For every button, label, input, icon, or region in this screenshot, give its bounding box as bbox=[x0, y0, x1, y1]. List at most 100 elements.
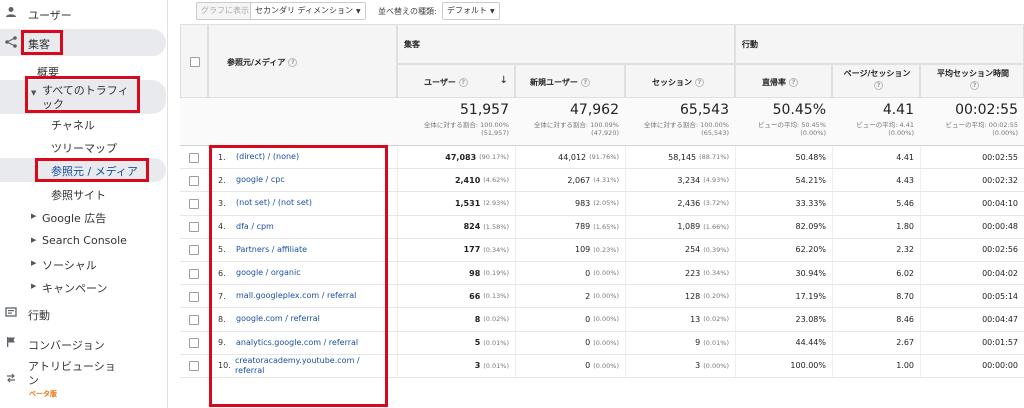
sidebar: ユーザー 集客 概要 ▼ すべてのトラフィック チャネル ツリーマップ 参照元 … bbox=[0, 0, 168, 408]
total-pages-per-session: 4.41 ビューの平均: 4.41 (0.00%) bbox=[832, 98, 920, 145]
column-header-avg-session-duration[interactable]: 平均セッション時間? bbox=[920, 64, 1024, 98]
metric-value: 23.08% bbox=[795, 314, 826, 324]
metric-percent: (2.05%) bbox=[593, 199, 619, 208]
metric-value: 00:04:10 bbox=[982, 198, 1018, 208]
row-checkbox[interactable] bbox=[189, 198, 199, 209]
help-icon: ? bbox=[789, 78, 798, 87]
metric-cell-duration: 00:04:47 bbox=[920, 308, 1024, 331]
report-table: 参照元/メディア? 集客 行動 ユーザー? ↓ 新規ユーザー? セッション? 直… bbox=[180, 24, 1024, 408]
totals-row: 51,957 全体に対する割合: 100.00% (51,957) 47,962… bbox=[180, 98, 1024, 146]
metric-percent: (0.01%) bbox=[483, 338, 509, 347]
metric-value: 00:02:55 bbox=[982, 152, 1018, 162]
plot-rows-button[interactable]: グラフに表示 bbox=[196, 2, 254, 20]
column-header-text: ページ/セッション bbox=[843, 69, 911, 78]
total-sub: (0.00%) bbox=[992, 129, 1018, 137]
sidebar-item-social[interactable]: ▶ ソーシャル bbox=[0, 255, 168, 272]
sort-type-label: 並べ替えの種類: bbox=[378, 7, 437, 16]
column-header-label: ユーザー? bbox=[424, 77, 468, 88]
metric-cell-duration: 00:02:32 bbox=[920, 169, 1024, 192]
sidebar-item-behavior[interactable]: 行動 bbox=[0, 304, 168, 322]
sidebar-item-channels[interactable]: チャネル bbox=[0, 115, 168, 132]
triangle-right-icon: ▶ bbox=[31, 259, 37, 267]
metric-cell-sessions: 254 (0.39%) bbox=[625, 238, 735, 261]
sidebar-item-google-ads[interactable]: ▶ Google 広告 bbox=[0, 208, 168, 225]
dimension-header[interactable]: 参照元/メディア? bbox=[208, 24, 397, 98]
metric-percent: (0.00%) bbox=[593, 338, 619, 347]
metric-value: 62.20% bbox=[795, 245, 826, 255]
sidebar-item-campaigns[interactable]: ▶ キャンペーン bbox=[0, 278, 168, 295]
row-checkbox[interactable] bbox=[189, 291, 199, 302]
column-header-label: ページ/セッション? bbox=[833, 68, 921, 92]
select-all-checkbox[interactable] bbox=[190, 57, 200, 67]
row-checkbox[interactable] bbox=[189, 245, 199, 256]
highlight-box bbox=[21, 30, 63, 55]
metric-value: 00:05:14 bbox=[982, 291, 1018, 301]
column-header-pages-per-session[interactable]: ページ/セッション? bbox=[832, 64, 920, 98]
triangle-right-icon: ▶ bbox=[31, 236, 37, 244]
metric-percent: (0.23%) bbox=[593, 245, 619, 254]
caret-down-icon: ▼ bbox=[355, 8, 361, 15]
sort-type-dropdown[interactable]: デフォルト ▼ bbox=[442, 2, 500, 20]
metric-value: 177 bbox=[463, 245, 481, 255]
row-checkbox[interactable] bbox=[189, 338, 199, 349]
group-header-label: 集客 bbox=[404, 40, 420, 49]
metric-value: 128 bbox=[684, 291, 701, 301]
metric-percent: (1.66%) bbox=[703, 222, 729, 231]
total-sub: (0.00%) bbox=[888, 129, 914, 137]
attribution-icon bbox=[4, 372, 18, 386]
column-header-text: 直帰率 bbox=[762, 78, 786, 87]
row-checkbox[interactable] bbox=[189, 152, 199, 163]
sidebar-item-attribution[interactable]: アトリビューション bbox=[0, 358, 168, 398]
row-checkbox[interactable] bbox=[189, 361, 199, 372]
metric-percent: (0.01%) bbox=[483, 361, 509, 370]
metric-cell-sessions: 58,145 (88.71%) bbox=[625, 146, 735, 169]
column-header-label: 新規ユーザー? bbox=[530, 77, 590, 88]
row-checkbox[interactable] bbox=[189, 314, 199, 325]
column-header-new-users[interactable]: 新規ユーザー? bbox=[515, 64, 625, 98]
metric-cell-new-users: 789 (1.65%) bbox=[515, 215, 625, 238]
metric-cell-pages: 6.02 bbox=[832, 262, 920, 285]
metric-value: 0 bbox=[585, 338, 591, 348]
metric-value: 00:00:48 bbox=[982, 222, 1018, 232]
group-header-behavior: 行動 bbox=[735, 24, 1024, 64]
row-checkbox[interactable] bbox=[189, 175, 199, 186]
metric-value: 44,012 bbox=[558, 152, 587, 162]
metric-cell-users: 47,083 (90.17%) bbox=[397, 146, 515, 169]
sidebar-item-treemaps[interactable]: ツリーマップ bbox=[0, 138, 168, 155]
sidebar-item-search-console[interactable]: ▶ Search Console bbox=[0, 232, 168, 248]
sidebar-item-users[interactable]: ユーザー bbox=[0, 4, 168, 22]
sidebar-item-referrals[interactable]: 参照サイト bbox=[0, 185, 168, 202]
row-checkbox[interactable] bbox=[189, 268, 199, 279]
total-users: 51,957 全体に対する割合: 100.00% (51,957) bbox=[397, 98, 515, 145]
total-sub: (51,957) bbox=[481, 129, 509, 137]
metric-cell-pages: 8.46 bbox=[832, 308, 920, 331]
metric-percent: (4.93%) bbox=[703, 176, 729, 185]
metric-percent: (0.01%) bbox=[703, 338, 729, 347]
metric-cell-duration: 00:04:10 bbox=[920, 192, 1024, 215]
metric-percent: (4.62%) bbox=[483, 176, 509, 185]
total-sub: (47,920) bbox=[591, 129, 619, 137]
metric-value: 00:04:02 bbox=[982, 268, 1018, 278]
metric-cell-sessions: 13 (0.02%) bbox=[625, 308, 735, 331]
secondary-dimension-dropdown[interactable]: セカンダリ ディメンション ▼ bbox=[250, 2, 366, 20]
metric-value: 6.02 bbox=[896, 268, 914, 278]
metric-value: 1.00 bbox=[896, 361, 914, 371]
sidebar-item-conversions[interactable]: コンバージョン bbox=[0, 334, 168, 352]
metric-cell-new-users: 0 (0.00%) bbox=[515, 308, 625, 331]
column-header-users[interactable]: ユーザー? ↓ bbox=[397, 64, 515, 98]
metric-value: 3 bbox=[474, 361, 481, 371]
metric-cell-sessions: 1,089 (1.66%) bbox=[625, 215, 735, 238]
metric-value: 8.46 bbox=[896, 314, 914, 324]
metric-cell-users: 98 (0.19%) bbox=[397, 262, 515, 285]
row-checkbox[interactable] bbox=[189, 222, 199, 233]
column-header-sessions[interactable]: セッション? bbox=[625, 64, 735, 98]
metric-value: 66 bbox=[469, 291, 481, 301]
metric-cell-pages: 4.41 bbox=[832, 146, 920, 169]
metric-percent: (0.39%) bbox=[703, 245, 729, 254]
metric-cell-bounce: 44.44% bbox=[735, 331, 832, 354]
metric-cell-new-users: 2 (0.00%) bbox=[515, 285, 625, 308]
column-header-bounce-rate[interactable]: 直帰率? bbox=[735, 64, 832, 98]
metric-cell-users: 3 (0.01%) bbox=[397, 354, 515, 377]
metric-cell-new-users: 0 (0.00%) bbox=[515, 262, 625, 285]
metric-cell-bounce: 54.21% bbox=[735, 169, 832, 192]
